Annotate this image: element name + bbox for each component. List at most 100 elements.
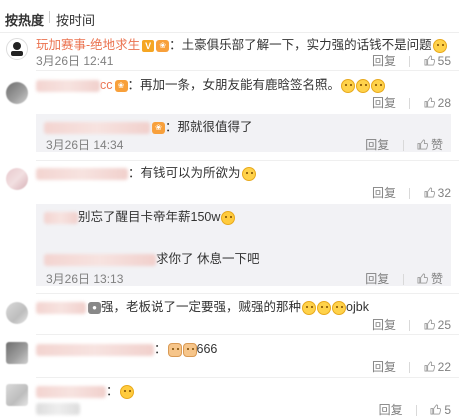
sort-divider [49,11,50,23]
username-link-obscured[interactable] [36,79,100,92]
thumbs-up-icon [430,404,442,415]
comment-time-obscured [36,401,80,415]
action-divider [409,320,411,332]
reply-text: 求你了 休息一下吧 [156,252,260,266]
action-divider [402,140,404,152]
like-label: 赞 [430,272,443,286]
username-link-obscured[interactable] [44,253,156,266]
reply-text: ：那就很值得了 [165,120,253,134]
username-link-obscured[interactable] [44,211,78,224]
reply-line: ❀ ：那就很值得了 [44,118,253,136]
username-link-obscured[interactable] [36,385,106,398]
reply-button[interactable]: 回复 [372,184,396,201]
avatar[interactable] [6,168,28,190]
comment-actions: 回复 5 [369,401,451,418]
username-link[interactable]: cc [100,78,113,92]
avatar[interactable] [6,38,28,60]
comment-time: 3月26日 12:41 [36,54,114,68]
username-link-obscured[interactable] [36,343,154,356]
action-divider [409,98,411,110]
avatar[interactable] [6,82,28,104]
reply-button[interactable]: 回复 [365,270,389,287]
member-level-icon: ❀ [156,39,170,52]
victory-hand-emoji-icon [182,342,197,357]
comment-actions: 回复 28 [362,94,451,111]
thumbs-up-icon [424,55,435,66]
comment-text: 666 [196,342,218,356]
comment-actions: 回复 32 [362,184,451,201]
like-count: 5 [444,403,451,417]
like-button[interactable]: 32 [424,186,451,200]
reply-button[interactable]: 回复 [379,401,403,418]
username-link-obscured[interactable] [44,121,150,134]
sort-by-time-tab[interactable]: 按时间 [56,10,95,29]
reply-text: 别忘了醒目卡帝年薪150w [78,210,221,224]
reply-button[interactable]: 回复 [372,94,396,111]
like-button[interactable]: 55 [424,54,451,68]
action-divider [409,362,411,374]
thumbs-up-icon [424,319,435,330]
comment-item: cc ❀ ：再加一条，女朋友能有鹿晗签名照。 回复 28 ❀ ：那就很值得了 3月26… [0,76,459,156]
verified-badge-icon: V [142,39,155,52]
reply-button[interactable]: 回复 [365,136,389,153]
action-divider [409,188,411,200]
thumbs-up-icon [417,139,429,150]
reply-button[interactable]: 回复 [372,358,396,375]
smiley-emoji-icon [119,384,134,399]
reply-block: ❀ ：那就很值得了 3月26日 14:34 回复 赞 [36,114,451,152]
panda-icon: ● [88,301,101,314]
comment-item: ： 666 回复 22 [0,340,459,376]
divider [36,160,459,161]
divider [36,334,459,335]
thumbs-up-icon [424,187,435,198]
avatar[interactable] [6,342,28,364]
comment-line: cc ❀ ：再加一条，女朋友能有鹿晗签名照。 [36,76,386,94]
action-divider [402,274,404,286]
cat-emoji-icon [341,78,356,93]
username-link-obscured[interactable] [36,301,86,314]
comment-text: ：土豪俱乐部了解一下，实力强的话钱不是问题 [169,38,432,52]
reply-actions: 回复 赞 [355,270,443,287]
like-button[interactable]: 25 [424,318,451,332]
cat-emoji-icon [371,78,386,93]
comment-text: 强，老板说了一定要强，贼强的那种 [101,300,302,314]
comment-item: ● 强，老板说了一定要强，贼强的那种 ojbk 回复 25 [0,298,459,332]
reply-time: 3月26日 13:13 [46,272,124,286]
username-link[interactable]: 玩加赛事-绝地求生 [36,38,140,52]
sort-by-hot-tab[interactable]: 按热度 [5,10,44,29]
comment-item: ：有钱可以为所欲为 回复 32 别忘了醒目卡帝年薪150w 求你了 休息一下吧 … [0,164,459,290]
divider [36,70,459,71]
comment-text: ：再加一条，女朋友能有鹿晗签名照。 [127,78,341,92]
like-button[interactable]: 赞 [417,136,443,153]
thumbs-up-icon [424,361,435,372]
like-button[interactable]: 赞 [417,270,443,287]
divider [36,377,459,378]
action-divider [415,405,417,417]
avatar[interactable] [6,302,28,324]
comment-actions: 回复 25 [362,316,451,333]
reply-button[interactable]: 回复 [372,52,396,69]
like-count: 32 [437,186,451,200]
reply-line: 别忘了醒目卡帝年薪150w [44,208,236,226]
comment-text: ：有钱可以为所欲为 [128,166,241,180]
like-button[interactable]: 22 [424,360,451,374]
thumbs-up-icon [424,97,435,108]
cat-emoji-icon [356,78,371,93]
like-button[interactable]: 28 [424,96,451,110]
reply-button[interactable]: 回复 [372,316,396,333]
comment-line: ：有钱可以为所欲为 [36,164,256,182]
victory-hand-emoji-icon [167,342,182,357]
comment-item: 玩加赛事-绝地求生 V ❀ ：土豪俱乐部了解一下，实力强的话钱不是问题 3月26日 1… [0,36,459,69]
cat-emoji-icon [241,166,256,181]
emoji-icon [332,300,347,315]
like-count: 28 [437,96,451,110]
member-level-icon: ❀ [152,121,165,134]
avatar[interactable] [6,384,28,406]
emoji-icon [317,300,332,315]
comment-line: ● 强，老板说了一定要强，贼强的那种 ojbk [36,298,369,316]
like-count: 55 [437,54,451,68]
member-level-icon: ❀ [114,79,128,92]
like-button[interactable]: 5 [430,403,451,417]
reply-time: 3月26日 14:34 [46,138,124,152]
username-link-obscured[interactable] [36,167,128,180]
